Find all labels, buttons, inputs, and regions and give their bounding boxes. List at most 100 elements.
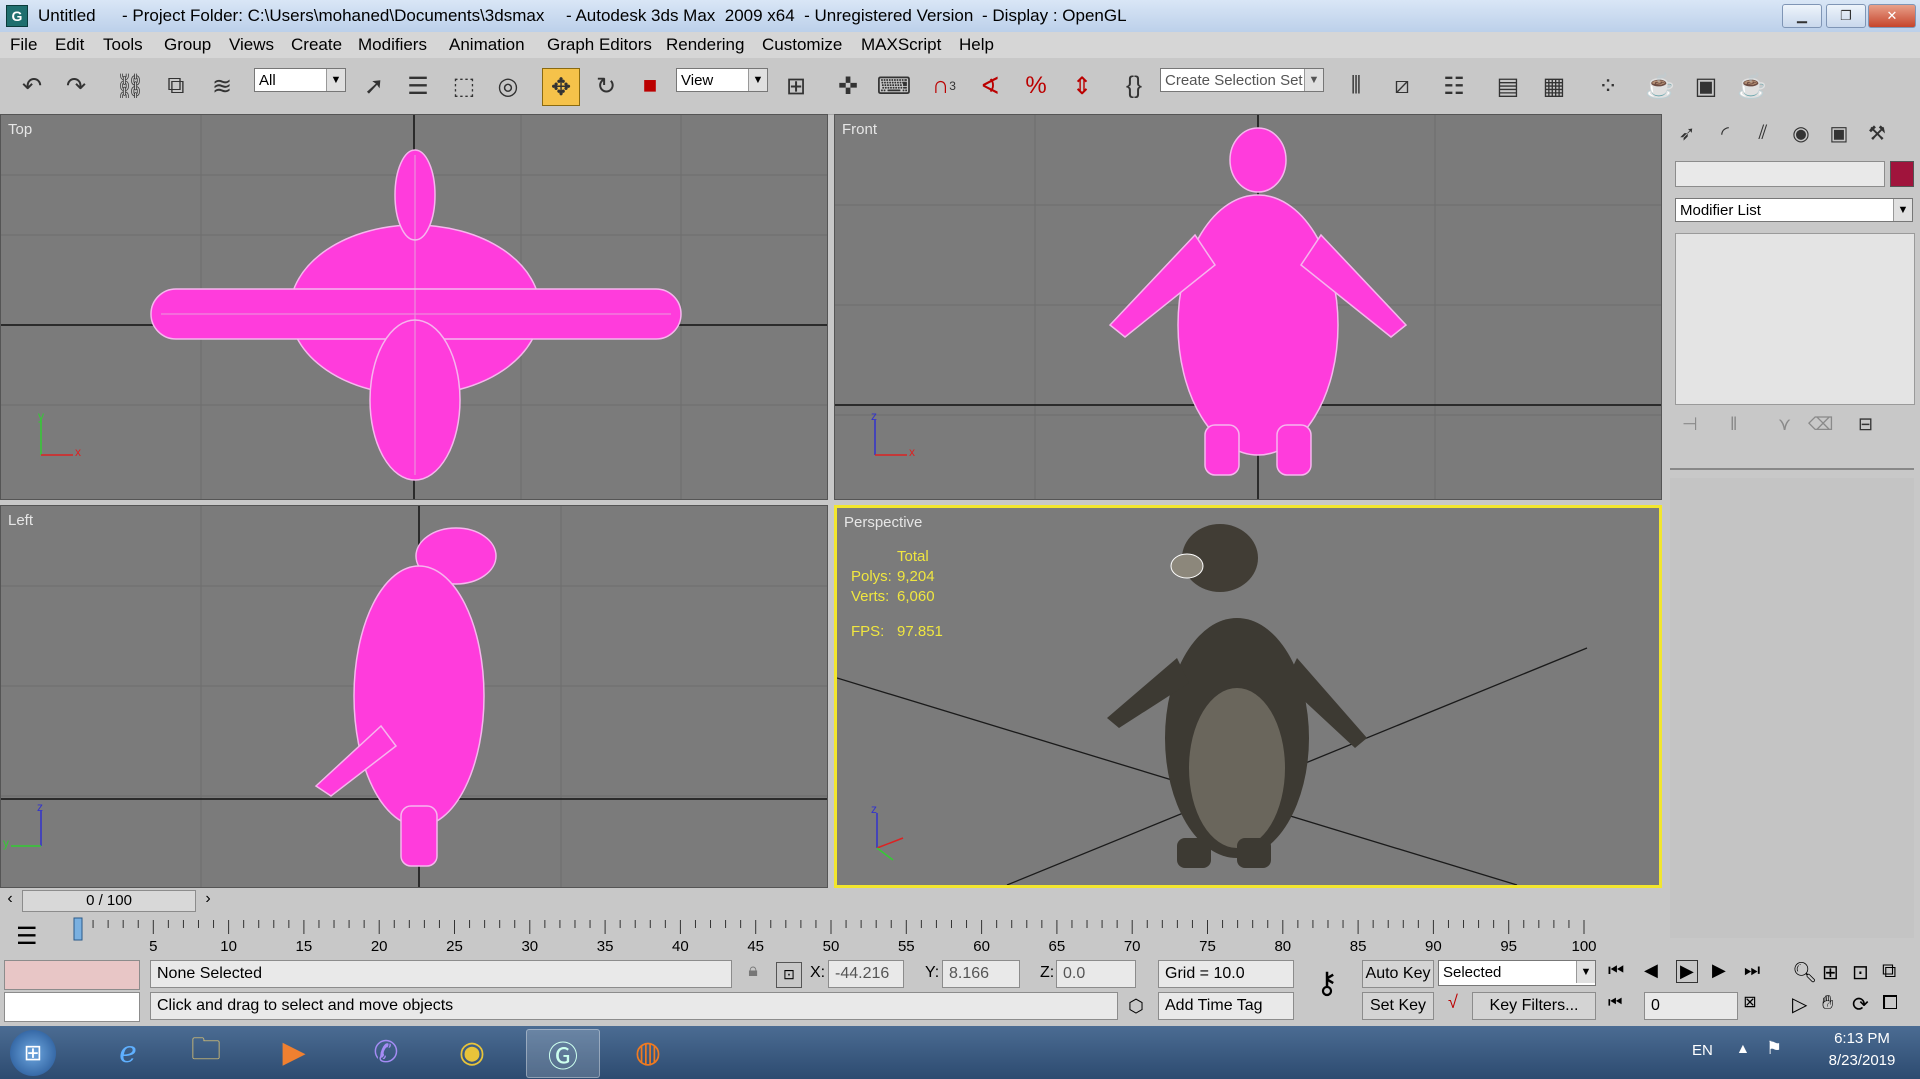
taskbar-viber[interactable]: ✆ [350,1029,422,1076]
clock-date[interactable]: 8/23/2019 [1812,1052,1912,1069]
auto-key-button[interactable]: Auto Key [1362,960,1434,988]
menu-modifiers[interactable]: Modifiers [358,35,427,55]
display-tab[interactable]: ▣ [1822,118,1856,148]
menu-file[interactable]: File [10,35,37,55]
make-unique-icon[interactable]: ⋎ [1778,414,1791,435]
viewport-left[interactable]: Left z y [0,505,828,888]
modifier-list-dropdown[interactable]: Modifier List ▼ [1675,198,1913,222]
select-and-move-button[interactable]: ✥ [542,68,580,106]
next-frame-arrow-icon[interactable]: › [198,890,218,912]
taskbar-media-player[interactable]: ▶ [258,1029,330,1076]
redo-button[interactable]: ↷ [58,68,94,104]
start-button[interactable]: ⊞ [10,1030,56,1076]
select-and-scale-button[interactable]: ■ [632,68,668,104]
previous-frame-icon[interactable]: ◀ [1644,960,1658,981]
viewport-perspective[interactable]: Perspective Total Polys: 9,204 Verts: 6,… [834,505,1662,888]
pivot-center-button[interactable]: ⊞ [778,68,814,104]
field-of-view-icon[interactable]: ▷ [1792,992,1807,1017]
action-center-icon[interactable]: ⚑ [1766,1038,1782,1059]
snaps-toggle-button[interactable]: ∩ 3 [926,68,962,104]
layer-manager-button[interactable]: ☷ [1436,68,1472,104]
maxscript-listener-white[interactable] [4,992,140,1022]
time-configuration-button[interactable]: ⊠ [1740,992,1760,1020]
curve-editor-button[interactable]: ▤ [1490,68,1526,104]
key-filters-button[interactable]: Key Filters... [1472,992,1596,1020]
object-color-swatch[interactable] [1890,161,1914,187]
add-time-tag-field[interactable]: Add Time Tag [1158,992,1294,1020]
restore-button[interactable]: ❐ [1826,4,1866,28]
go-to-end-icon[interactable]: ⏭ [1744,960,1760,981]
select-object-button[interactable]: ➚ [356,68,392,104]
named-selection-set-dropdown[interactable]: Create Selection Set ▼ [1160,68,1324,92]
schematic-view-button[interactable]: ▦ [1536,68,1572,104]
time-slider-thumb[interactable]: 0 / 100 [22,890,196,912]
angle-snap-button[interactable]: ∢ [972,68,1008,104]
selection-filter-dropdown[interactable]: All ▼ [254,68,346,92]
menu-rendering[interactable]: Rendering [666,35,744,55]
x-coordinate-field[interactable]: -44.216 [828,960,904,988]
set-key-mode-button[interactable]: ⚷ [1300,966,1354,1010]
menu-animation[interactable]: Animation [449,35,525,55]
rectangular-region-button[interactable]: ⬚ [446,68,482,104]
modifier-stack[interactable] [1675,233,1915,405]
pan-hand-icon[interactable]: ✋︎ [1822,992,1833,1015]
viewport-label-perspective[interactable]: Perspective [844,514,922,531]
motion-tab[interactable]: ◉ [1784,118,1818,148]
taskbar-file-explorer[interactable]: 🗀 [170,1029,242,1076]
unlink-button[interactable]: ⧉ [158,68,194,104]
keyboard-shortcut-button[interactable]: ⌨ [876,68,912,104]
language-indicator[interactable]: EN [1692,1042,1713,1059]
object-name-field[interactable] [1675,161,1885,187]
quick-render-button[interactable]: ☕ [1734,68,1770,104]
align-button[interactable]: ⧄ [1384,68,1420,104]
play-icon[interactable]: ▶ [1676,960,1698,983]
current-time-marker[interactable] [73,917,83,941]
show-hidden-icons-icon[interactable]: ▲ [1736,1040,1750,1056]
set-key-button[interactable]: Set Key [1362,992,1434,1020]
time-tag-button[interactable]: ⬡ [1122,992,1150,1020]
viewport-front[interactable]: Front z x [834,114,1662,500]
remove-modifier-icon[interactable]: ⌫ [1808,414,1833,435]
track-bar[interactable]: ☰ 5 10 15 20 25 30 35 40 45 50 55 60 65 70 75 80 85 90 95 1… [0,914,1662,958]
z-coordinate-field[interactable]: 0.0 [1056,960,1136,988]
zoom-extents-all-icon[interactable]: ⧉ [1882,960,1896,983]
y-coordinate-field[interactable]: 8.166 [942,960,1020,988]
undo-button[interactable]: ↶ [14,68,50,104]
select-and-rotate-button[interactable]: ↻ [588,68,624,104]
menu-maxscript[interactable]: MAXScript [861,35,941,55]
next-frame-icon[interactable]: ▶︎ [1712,960,1726,981]
create-tab[interactable]: ➶ [1670,118,1704,148]
reference-coordinate-dropdown[interactable]: View ▼ [676,68,768,92]
viewport-label-left[interactable]: Left [8,512,33,529]
menu-edit[interactable]: Edit [55,35,84,55]
menu-group[interactable]: Group [164,35,211,55]
select-and-link-button[interactable]: ⛓ [112,68,148,104]
taskbar-chrome[interactable]: ◉ [436,1029,508,1076]
material-editor-button[interactable]: ⁘ [1590,68,1626,104]
hierarchy-tab[interactable]: ⫽ [1746,118,1780,148]
absolute-mode-button[interactable]: ⊡ [776,962,802,988]
utilities-tab[interactable]: ⚒ [1860,118,1894,148]
taskbar-3ds-max[interactable]: Ⓖ [526,1029,600,1078]
key-mode-toggle-icon[interactable]: ⏮ [1608,994,1622,1012]
minimize-button[interactable]: ▁ [1782,4,1822,28]
default-tangents-button[interactable]: √ [1440,992,1466,1020]
menu-help[interactable]: Help [959,35,994,55]
go-to-start-icon[interactable]: ⏮ [1608,960,1624,981]
menu-views[interactable]: Views [229,35,274,55]
menu-customize[interactable]: Customize [762,35,842,55]
viewport-top[interactable]: Top y x [0,114,828,500]
prev-frame-arrow-icon[interactable]: ‹ [0,890,20,912]
lock-selection-button[interactable]: 🔒︎ [742,960,764,988]
bind-space-warp-button[interactable]: ≋ [204,68,240,104]
configure-modifier-sets-icon[interactable]: ⊟ [1858,414,1873,435]
menu-graph-editors[interactable]: Graph Editors [547,35,652,55]
maximize-viewport-icon[interactable]: ⧠ [1882,992,1898,1015]
3ds-max-icon[interactable]: G [6,5,28,27]
pin-stack-icon[interactable]: ⊣ [1682,414,1698,435]
zoom-extents-icon[interactable]: ⊡ [1852,960,1869,985]
render-setup-button[interactable]: ☕ [1642,68,1678,104]
mirror-button[interactable]: ⫴ [1338,68,1374,104]
menu-tools[interactable]: Tools [103,35,143,55]
maxscript-listener-pink[interactable] [4,960,140,990]
